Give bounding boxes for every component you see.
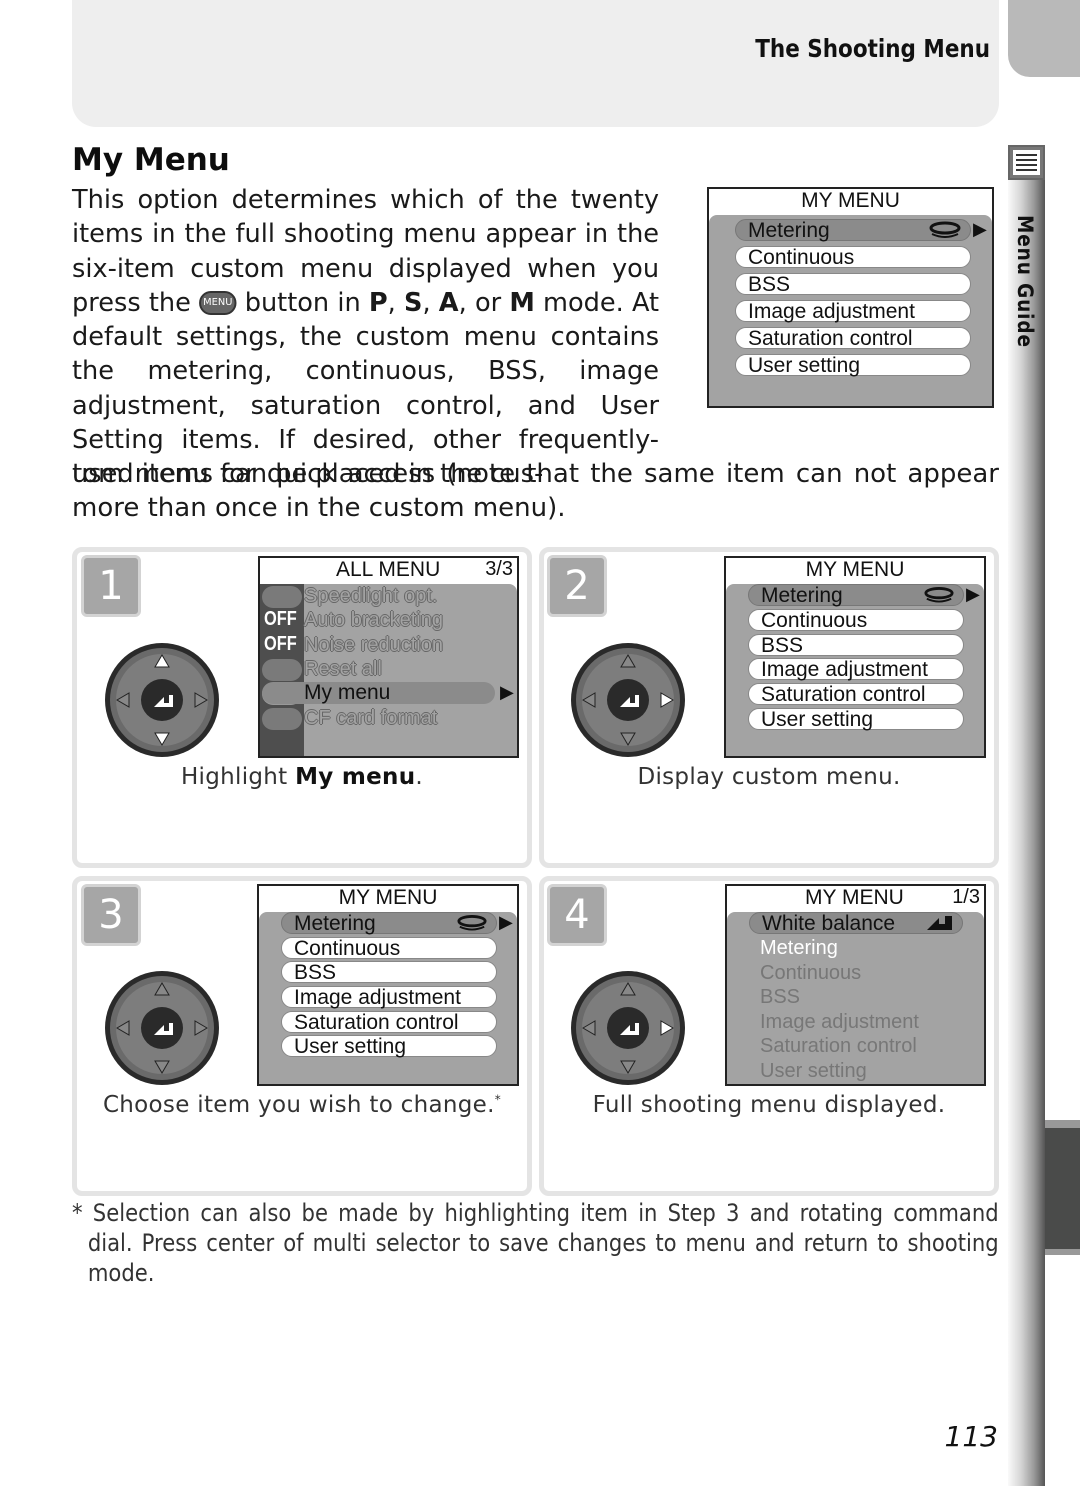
menu-item[interactable]: Speedlight opt. xyxy=(304,585,437,607)
menu-icon-slot xyxy=(262,659,302,681)
side-tab-strip xyxy=(1008,180,1045,1486)
menu-item[interactable]: BSS xyxy=(748,634,964,657)
screen-title: ALL MENU xyxy=(336,558,441,581)
footnote: * Selection can also be made by highligh… xyxy=(72,1198,999,1288)
menu-item[interactable]: User setting xyxy=(735,354,971,377)
menu-item[interactable]: Reset all xyxy=(304,658,382,680)
page-indicator: 3/3 xyxy=(485,558,513,580)
menu-icon-slot xyxy=(262,586,302,608)
off-badge: OFF xyxy=(264,608,297,630)
multi-selector-icon xyxy=(105,971,219,1085)
menu-item-highlighted[interactable]: My menu xyxy=(262,682,495,704)
menu-item[interactable]: Metering xyxy=(760,937,838,959)
menu-item[interactable]: Image adjustment xyxy=(735,300,971,323)
mode-p: P xyxy=(368,287,388,318)
page-indicator: 1/3 xyxy=(952,886,980,908)
header-band xyxy=(72,0,999,127)
screen-title: MY MENU xyxy=(801,189,900,212)
footnote-marker: * xyxy=(72,1199,83,1227)
enter-icon xyxy=(927,916,952,930)
right-arrow-icon: ▶ xyxy=(973,219,987,239)
caption-bold: My menu xyxy=(295,764,416,790)
footnote-text: Selection can also be made by highlighti… xyxy=(87,1199,999,1287)
command-dial-icon xyxy=(929,221,961,238)
screen-title: MY MENU xyxy=(338,886,438,909)
menu-item[interactable]: Noise reduction xyxy=(304,634,443,656)
menu-item[interactable]: Continuous xyxy=(748,609,964,632)
caption-text: Choose item you wish to change. xyxy=(102,1092,495,1118)
menu-item[interactable]: BSS xyxy=(735,273,971,296)
step-number-badge: 1 xyxy=(81,555,141,617)
multi-selector-icon xyxy=(571,971,685,1085)
menu-item[interactable]: BSS xyxy=(281,961,497,984)
menu-item[interactable]: Continuous xyxy=(760,962,861,984)
screen-title: MY MENU xyxy=(805,886,904,909)
section-marker-tab xyxy=(1045,1120,1080,1255)
mode-m: M xyxy=(509,287,535,318)
menu-item[interactable]: Auto bracketing xyxy=(304,609,443,631)
right-arrow-icon: ▶ xyxy=(966,584,980,604)
page-heading: My Menu xyxy=(64,142,239,182)
menu-list-icon xyxy=(1008,145,1045,180)
mode-s: S xyxy=(404,287,423,318)
menu-item[interactable]: User setting xyxy=(281,1035,497,1058)
caption-text: . xyxy=(415,764,424,790)
caption-text: Highlight xyxy=(180,764,296,790)
side-tab-label: Menu Guide xyxy=(1013,215,1037,348)
my-menu-screen: MY MENU Metering ▶ Continuous BSS Image … xyxy=(257,884,519,1086)
menu-item[interactable]: Saturation control xyxy=(281,1011,497,1034)
screen-title: MY MENU xyxy=(805,558,905,581)
menu-button-icon: MENU xyxy=(199,291,237,316)
menu-icon-slot xyxy=(262,708,302,730)
page-heading-text: My Menu xyxy=(72,142,230,178)
full-menu-screen: MY MENU 1/3 White balance Metering Conti… xyxy=(725,884,986,1086)
menu-item[interactable]: CF card format xyxy=(304,707,437,729)
section-title: The Shooting Menu xyxy=(755,34,990,63)
footnote-marker: * xyxy=(494,1092,502,1107)
menu-item[interactable]: Continuous xyxy=(735,246,971,269)
menu-item[interactable]: Continuous xyxy=(281,937,497,960)
step-caption: Choose item you wish to change.* xyxy=(72,1092,532,1118)
step-caption: Highlight My menu. xyxy=(72,764,532,790)
menu-item[interactable]: Saturation control xyxy=(748,683,964,706)
intro-paragraph-continued: tom menu for quick access (note that the… xyxy=(72,459,999,524)
off-badge: OFF xyxy=(264,633,297,655)
menu-item[interactable]: Image adjustment xyxy=(748,658,964,681)
menu-item[interactable]: User setting xyxy=(760,1060,867,1082)
intro-paragraph: This option determines which of the twen… xyxy=(72,185,660,490)
page-number: 113 xyxy=(944,1420,998,1453)
menu-item[interactable]: Image adjustment xyxy=(281,986,497,1009)
multi-selector-icon xyxy=(105,643,219,757)
menu-item[interactable]: Saturation control xyxy=(760,1035,917,1057)
all-menu-screen: ALL MENU 3/3 OFF OFF Speedlight opt. Aut… xyxy=(258,556,519,758)
step-caption: Full shooting menu displayed. xyxy=(592,1092,946,1118)
step-number-badge: 2 xyxy=(547,555,607,617)
right-arrow-icon: ▶ xyxy=(499,912,513,932)
command-dial-icon xyxy=(924,587,954,603)
my-menu-screen: MY MENU Metering ▶ Continuous BSS Image … xyxy=(707,187,994,408)
intro-text-2: button in xyxy=(244,287,361,318)
menu-item[interactable]: Image adjustment xyxy=(760,1011,919,1033)
menu-item[interactable]: User setting xyxy=(748,708,964,731)
step-number-badge: 3 xyxy=(81,884,141,946)
mode-a: A xyxy=(438,287,459,318)
menu-item[interactable]: Saturation control xyxy=(735,327,971,350)
step-number-badge: 4 xyxy=(547,884,607,946)
right-arrow-icon: ▶ xyxy=(500,682,514,702)
multi-selector-icon xyxy=(571,643,685,757)
step-caption: Display custom menu. xyxy=(637,764,901,790)
command-dial-icon xyxy=(457,915,487,931)
my-menu-screen: MY MENU Metering ▶ Continuous BSS Image … xyxy=(724,556,986,758)
menu-item[interactable]: BSS xyxy=(760,986,800,1008)
corner-tab xyxy=(1008,0,1080,77)
